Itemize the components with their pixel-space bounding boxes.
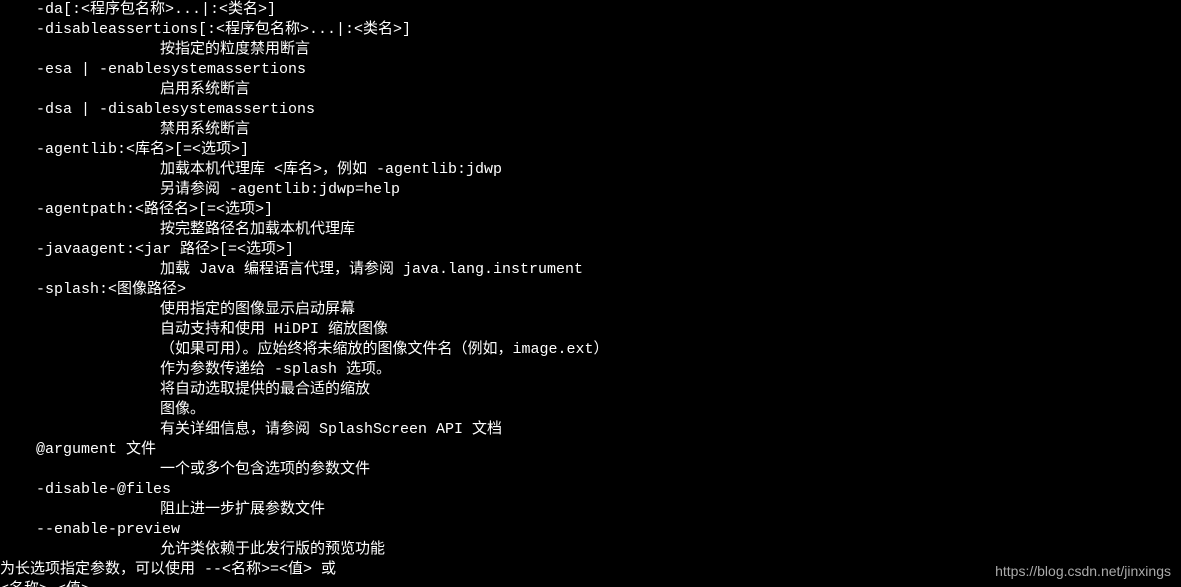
terminal-line: -esa | -enablesystemassertions	[0, 60, 1181, 80]
terminal-line: 将自动选取提供的最合适的缩放	[0, 380, 1181, 400]
terminal-line: 按指定的粒度禁用断言	[0, 40, 1181, 60]
terminal-line: <名称> <值>。	[0, 580, 1181, 587]
terminal-line: 有关详细信息，请参阅 SplashScreen API 文档	[0, 420, 1181, 440]
terminal-line: -splash:<图像路径>	[0, 280, 1181, 300]
terminal-line: --enable-preview	[0, 520, 1181, 540]
terminal-line: 允许类依赖于此发行版的预览功能	[0, 540, 1181, 560]
terminal-line: 作为参数传递给 -splash 选项。	[0, 360, 1181, 380]
terminal-line: 禁用系统断言	[0, 120, 1181, 140]
terminal-line: 加载 Java 编程语言代理，请参阅 java.lang.instrument	[0, 260, 1181, 280]
terminal-line: -da[:<程序包名称>...|:<类名>]	[0, 0, 1181, 20]
terminal-line: -agentlib:<库名>[=<选项>]	[0, 140, 1181, 160]
terminal-line: 启用系统断言	[0, 80, 1181, 100]
terminal-line: -agentpath:<路径名>[=<选项>]	[0, 200, 1181, 220]
terminal-line: -dsa | -disablesystemassertions	[0, 100, 1181, 120]
terminal-line: 阻止进一步扩展参数文件	[0, 500, 1181, 520]
terminal-line: 一个或多个包含选项的参数文件	[0, 460, 1181, 480]
watermark-text: https://blog.csdn.net/jinxings	[995, 561, 1171, 581]
terminal-line: @argument 文件	[0, 440, 1181, 460]
terminal-line: -disable-@files	[0, 480, 1181, 500]
terminal-line: 使用指定的图像显示启动屏幕	[0, 300, 1181, 320]
terminal-line: 另请参阅 -agentlib:jdwp=help	[0, 180, 1181, 200]
terminal-line: （如果可用）。应始终将未缩放的图像文件名（例如，image.ext）	[0, 340, 1181, 360]
terminal-line: -javaagent:<jar 路径>[=<选项>]	[0, 240, 1181, 260]
terminal-line: -disableassertions[:<程序包名称>...|:<类名>]	[0, 20, 1181, 40]
terminal-output: -da[:<程序包名称>...|:<类名>] -disableassertion…	[0, 0, 1181, 587]
terminal-line: 加载本机代理库 <库名>，例如 -agentlib:jdwp	[0, 160, 1181, 180]
terminal-line: 按完整路径名加载本机代理库	[0, 220, 1181, 240]
terminal-line: 图像。	[0, 400, 1181, 420]
terminal-line: 自动支持和使用 HiDPI 缩放图像	[0, 320, 1181, 340]
